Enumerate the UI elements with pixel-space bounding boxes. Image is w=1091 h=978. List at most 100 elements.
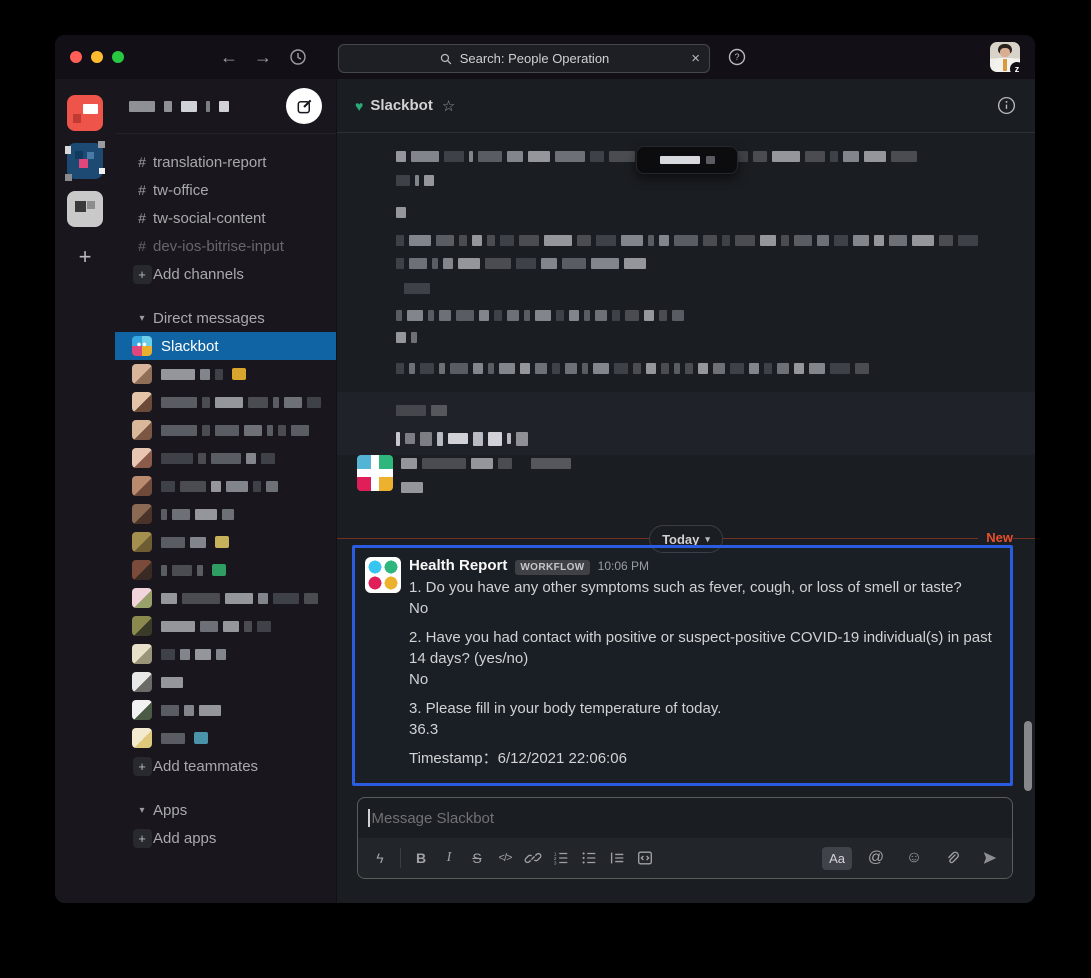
- close-window-button[interactable]: [70, 51, 82, 63]
- sidebar-item-dev-ios-bitrise-input[interactable]: #dev-ios-bitrise-input: [115, 232, 336, 260]
- sidebar-dm-item[interactable]: [115, 528, 336, 556]
- slack-app-avatar: [357, 455, 393, 491]
- back-button[interactable]: ←: [220, 47, 238, 68]
- redacted-text-block: [507, 310, 519, 321]
- strikethrough-icon[interactable]: S: [463, 844, 491, 872]
- health-report-avatar[interactable]: [365, 557, 401, 593]
- redacted-text-block: [409, 258, 427, 269]
- sidebar-dm-item[interactable]: [115, 668, 336, 696]
- redacted-text-block: [415, 175, 419, 186]
- redacted-text-block: [199, 705, 221, 716]
- message-history[interactable]: Today ▾ New Health Report WORKFLOW 10:06…: [337, 133, 1035, 797]
- add-channels-button[interactable]: + Add channels: [115, 260, 336, 288]
- user-avatar[interactable]: z: [990, 42, 1020, 72]
- window-controls: [70, 51, 124, 63]
- compose-button[interactable]: [286, 88, 322, 124]
- redacted-text-block: [596, 235, 616, 246]
- minimize-window-button[interactable]: [91, 51, 103, 63]
- message-composer[interactable]: Message Slackbot ϟBIS</> 123 Aa @ ☺: [357, 797, 1013, 879]
- sidebar-dm-item[interactable]: [115, 584, 336, 612]
- bold-icon[interactable]: B: [407, 844, 435, 872]
- history-clock-icon[interactable]: [288, 47, 308, 67]
- sender-name[interactable]: Health Report: [409, 557, 507, 574]
- redacted-text-block: [609, 151, 635, 162]
- sidebar-dm-item[interactable]: [115, 724, 336, 752]
- apps-section-header[interactable]: ▾ Apps: [115, 796, 336, 824]
- sidebar-dm-item[interactable]: [115, 556, 336, 584]
- redacted-text-block: [531, 458, 571, 469]
- text-cursor: [368, 809, 370, 827]
- code-icon[interactable]: </>: [491, 844, 519, 872]
- workspace-icon-active[interactable]: [67, 95, 103, 131]
- sidebar-dm-item[interactable]: [115, 416, 336, 444]
- blockquote-icon[interactable]: [603, 844, 631, 872]
- redacted-text-block: [479, 310, 489, 321]
- sidebar-dm-item[interactable]: [115, 696, 336, 724]
- dm-section-header[interactable]: ▾ Direct messages: [115, 304, 336, 332]
- sidebar-dm-item[interactable]: [115, 640, 336, 668]
- avatar-face: [1000, 48, 1010, 57]
- redacted-text-block: [625, 310, 639, 321]
- redacted-text-block: [524, 310, 530, 321]
- redacted-text-block: [180, 649, 190, 660]
- search-bar[interactable]: Search: People Operation ×: [338, 44, 710, 73]
- workspace-header[interactable]: [115, 79, 336, 134]
- italic-icon[interactable]: I: [435, 844, 463, 872]
- redacted-text-block: [396, 235, 404, 246]
- info-icon[interactable]: [996, 95, 1017, 116]
- emoji-icon[interactable]: ☺: [900, 844, 928, 872]
- toolbar-divider: [400, 848, 401, 868]
- dm-avatar: [132, 728, 152, 748]
- green-heart-icon: ♥: [355, 98, 363, 114]
- clear-search-icon[interactable]: ×: [691, 50, 700, 67]
- dm-avatar: [132, 616, 152, 636]
- redacted-text-block: [889, 235, 907, 246]
- help-icon[interactable]: ?: [727, 47, 747, 67]
- redacted-text-block: [584, 310, 590, 321]
- redacted-text-block: [161, 453, 193, 464]
- redacted-text-block: [420, 363, 434, 374]
- history-nav: ← →: [220, 47, 308, 68]
- message-input[interactable]: Message Slackbot: [358, 798, 1012, 838]
- redacted-text-block: [267, 425, 273, 436]
- sidebar-dm-item[interactable]: [115, 500, 336, 528]
- sidebar-dm-item[interactable]: [115, 388, 336, 416]
- sidebar-dm-item[interactable]: [115, 360, 336, 388]
- message-timestamp[interactable]: 10:06 PM: [598, 559, 649, 573]
- sidebar-dm-item[interactable]: [115, 472, 336, 500]
- forward-button[interactable]: →: [254, 47, 272, 68]
- snooze-badge-icon: z: [1010, 62, 1024, 76]
- sidebar-list: #translation-report#tw-office#tw-social-…: [115, 134, 336, 852]
- code-block-icon[interactable]: [631, 844, 659, 872]
- sidebar-dm-item[interactable]: [115, 612, 336, 640]
- add-apps-button[interactable]: + Add apps: [115, 824, 336, 852]
- workspace-icon-3[interactable]: [67, 191, 103, 227]
- ordered-list-icon[interactable]: 123: [547, 844, 575, 872]
- sidebar-item-tw-office[interactable]: #tw-office: [115, 176, 336, 204]
- scrollbar-thumb[interactable]: [1024, 721, 1032, 791]
- sidebar-item-translation-report[interactable]: #translation-report: [115, 148, 336, 176]
- send-icon[interactable]: [976, 844, 1004, 872]
- redacted-text-block: [396, 258, 404, 269]
- redacted-text-block: [396, 432, 400, 446]
- sidebar-dm-item[interactable]: [115, 444, 336, 472]
- sidebar-item-slackbot[interactable]: Slackbot: [115, 332, 336, 360]
- bullet-list-icon[interactable]: [575, 844, 603, 872]
- attach-icon[interactable]: [938, 844, 966, 872]
- redacted-text-block: [307, 397, 321, 408]
- add-workspace-button[interactable]: +: [67, 239, 103, 275]
- add-teammates-button[interactable]: + Add teammates: [115, 752, 336, 780]
- conversation-title[interactable]: Slackbot: [370, 97, 433, 114]
- redacted-text-block: [424, 175, 434, 186]
- mention-icon[interactable]: @: [862, 844, 890, 872]
- redacted-text-block: [591, 258, 619, 269]
- star-icon[interactable]: ☆: [442, 97, 455, 115]
- format-toggle-icon[interactable]: Aa: [822, 847, 852, 870]
- shortcuts-icon[interactable]: ϟ: [366, 844, 394, 872]
- zoom-window-button[interactable]: [112, 51, 124, 63]
- redacted-text-block: [659, 235, 669, 246]
- link-icon[interactable]: [519, 844, 547, 872]
- health-report-message[interactable]: Health Report WORKFLOW 10:06 PM 1. Do yo…: [355, 548, 1010, 778]
- workspace-icon-2[interactable]: [67, 143, 103, 179]
- sidebar-item-tw-social-content[interactable]: #tw-social-content: [115, 204, 336, 232]
